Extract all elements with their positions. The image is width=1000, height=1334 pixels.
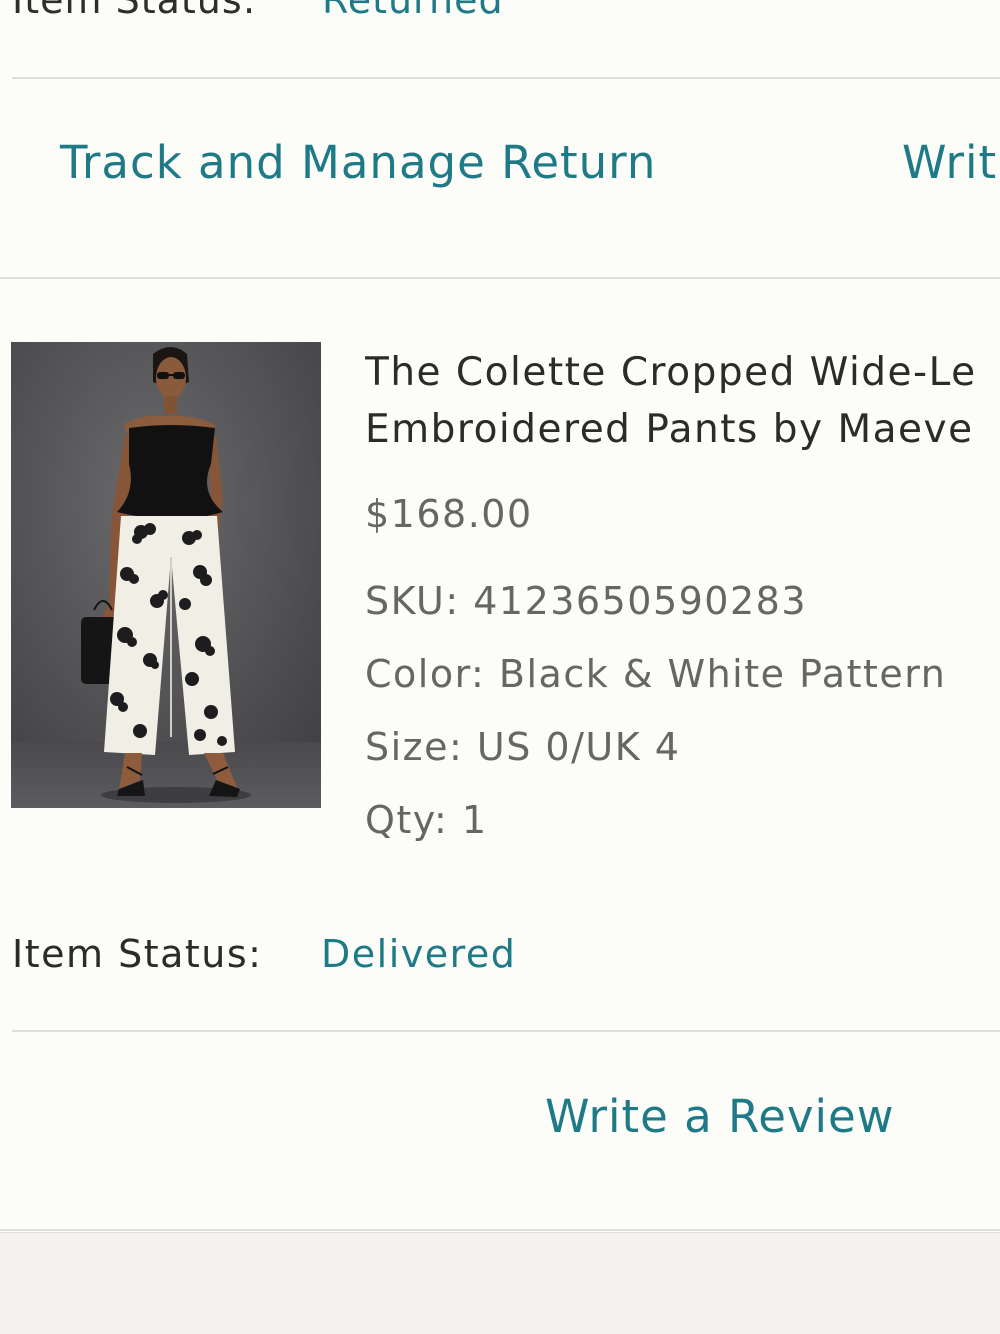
product-price: $168.00: [365, 492, 533, 536]
write-review-link[interactable]: Write a Review: [545, 1090, 895, 1143]
product-sku: SKU: 4123650590283: [365, 579, 808, 623]
product-image[interactable]: [11, 342, 321, 808]
product-quantity: Qty: 1: [365, 798, 488, 842]
product-color: Color: Black & White Pattern: [365, 652, 947, 696]
product-title[interactable]: The Colette Cropped Wide-Le Embroidered …: [365, 344, 1000, 458]
product-size: Size: US 0/UK 4: [365, 725, 681, 769]
previous-item-actions: Track and Manage Return Writ: [0, 80, 1000, 278]
divider: [12, 77, 1000, 79]
product-title-line: The Colette Cropped Wide-Le: [365, 350, 977, 395]
item-status-value: Returned: [322, 0, 504, 22]
footer-area: [0, 1232, 1000, 1334]
item-status-label: Item Status:: [12, 0, 257, 22]
divider: [12, 1030, 1000, 1032]
write-review-link[interactable]: Writ: [902, 136, 997, 189]
item-status-value: Delivered: [321, 932, 517, 976]
divider: [0, 277, 1000, 279]
divider: [0, 1229, 1000, 1231]
product-title-line: Embroidered Pants by Maeve: [365, 407, 974, 452]
track-manage-return-link[interactable]: Track and Manage Return: [60, 136, 656, 189]
item-status-label: Item Status:: [12, 932, 263, 976]
